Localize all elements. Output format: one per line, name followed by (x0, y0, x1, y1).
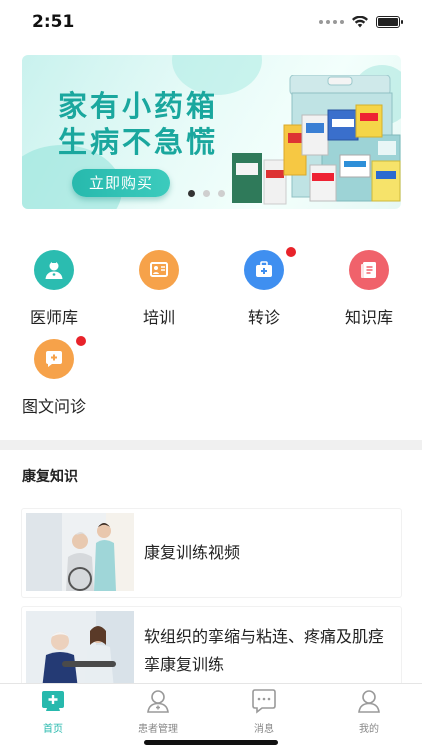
referral-icon (244, 250, 284, 290)
status-time: 2:51 (32, 12, 75, 32)
article-card[interactable]: 软组织的挛缩与粘连、疼痛及肌痉 挛康复训练 (22, 607, 401, 687)
banner-pagination[interactable] (188, 190, 225, 197)
banner-dot[interactable] (203, 190, 210, 197)
status-icons (319, 16, 403, 28)
tab-label: 患者管理 (138, 724, 178, 735)
grid-label: 知识库 (344, 308, 393, 327)
notification-badge (76, 336, 86, 346)
tab-label: 消息 (254, 724, 274, 735)
banner-dot[interactable] (218, 190, 225, 197)
battery-icon (376, 16, 403, 28)
wifi-icon (352, 16, 368, 28)
grid-item-doctor-library[interactable]: 医师库 (9, 250, 99, 328)
article-thumbnail (26, 611, 134, 687)
patient-icon (147, 690, 169, 713)
message-icon (252, 689, 276, 714)
tab-patient-management[interactable]: 患者管理 (118, 688, 198, 735)
article-title-line1: 软组织的挛缩与粘连、疼痛及肌痉 (144, 627, 385, 646)
grid-item-text-consultation[interactable]: 图文问诊 (9, 336, 99, 417)
training-icon (139, 250, 179, 290)
status-bar: 2:51 (0, 0, 422, 44)
grid-label: 培训 (142, 308, 175, 327)
chat-consult-icon (34, 339, 74, 379)
doctor-icon (34, 250, 74, 290)
notification-badge (286, 247, 296, 257)
knowledge-icon (349, 250, 389, 290)
home-indicator (144, 740, 278, 745)
grid-label: 转诊 (247, 308, 280, 327)
article-title-line2: 挛康复训练 (144, 655, 225, 674)
buy-now-button[interactable]: 立即购买 (72, 169, 170, 197)
tab-label: 首页 (43, 724, 63, 735)
grid-item-training[interactable]: 培训 (114, 250, 204, 328)
grid-label: 医师库 (29, 308, 78, 327)
promo-banner[interactable]: 家有小药箱 生病不急慌 立即购买 (22, 55, 401, 209)
grid-item-knowledge-base[interactable]: 知识库 (324, 250, 414, 328)
grid-label: 图文问诊 (21, 397, 86, 416)
banner-title-line2: 生病不急慌 (58, 125, 219, 159)
banner-dot[interactable] (188, 190, 195, 197)
article-title: 康复训练视频 (144, 543, 241, 562)
tab-profile[interactable]: 我的 (329, 688, 409, 735)
section-divider (0, 440, 422, 450)
tab-label: 我的 (359, 724, 379, 735)
signal-icon (319, 20, 344, 24)
grid-item-referral[interactable]: 转诊 (219, 247, 309, 328)
profile-icon (358, 690, 380, 713)
tab-home[interactable]: 首页 (13, 688, 93, 735)
article-title: 软组织的挛缩与粘连、疼痛及肌痉 挛康复训练 (144, 623, 384, 679)
section-title: 康复知识 (22, 469, 78, 485)
home-icon (42, 691, 64, 711)
article-card[interactable]: 康复训练视频 (22, 509, 401, 597)
article-thumbnail (26, 513, 134, 591)
medicine-box-illustration (232, 75, 401, 205)
tab-messages[interactable]: 消息 (224, 688, 304, 735)
